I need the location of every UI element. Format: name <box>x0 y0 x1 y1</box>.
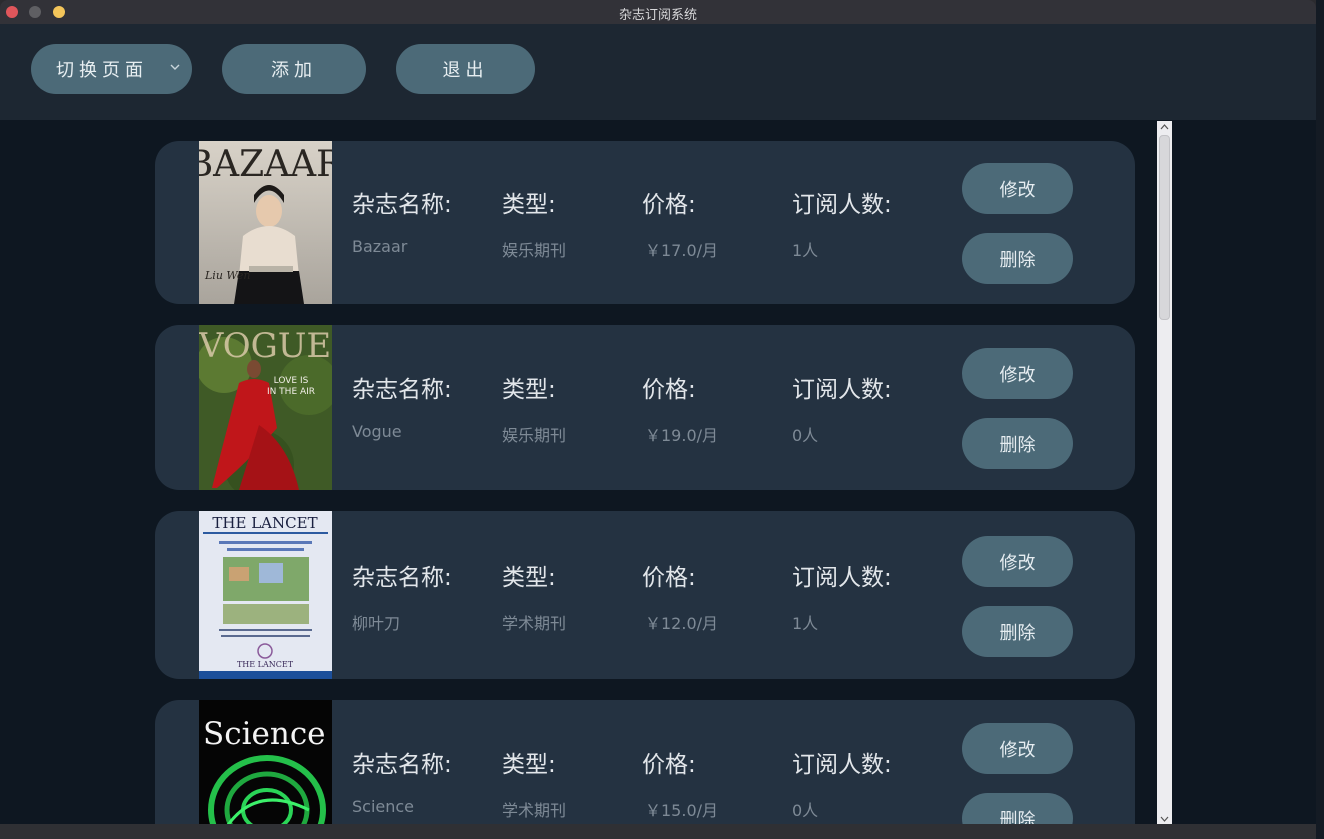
svg-text:VOGUE: VOGUE <box>199 326 331 366</box>
svg-text:THE LANCET: THE LANCET <box>212 514 317 532</box>
price-value: ￥15.0/月 <box>645 801 719 820</box>
vertical-scrollbar[interactable] <box>1157 121 1172 824</box>
edit-button[interactable]: 修改 <box>962 536 1073 587</box>
name-value: Vogue <box>352 422 402 441</box>
type-label: 类型: <box>502 377 556 403</box>
name-value: 柳叶刀 <box>352 614 401 633</box>
name-label: 杂志名称: <box>352 377 452 403</box>
subscribers-value: 0人 <box>792 801 819 820</box>
svg-text:IN THE AIR: IN THE AIR <box>267 387 315 397</box>
type-value: 娱乐期刊 <box>502 426 567 445</box>
delete-button[interactable]: 删除 <box>962 606 1073 657</box>
title-bar: 杂志订阅系统 <box>0 0 1316 24</box>
edit-button[interactable]: 修改 <box>962 723 1073 774</box>
svg-text:BAZAAR: BAZAAR <box>199 144 332 185</box>
svg-text:THE LANCET: THE LANCET <box>237 660 294 669</box>
magazine-cover-image: Science <box>199 700 332 824</box>
subscribers-label: 订阅人数: <box>792 192 892 218</box>
price-label: 价格: <box>642 377 696 403</box>
subscribers-value: 1人 <box>792 614 819 633</box>
svg-text:Liu Wen: Liu Wen <box>204 269 250 282</box>
price-value: ￥19.0/月 <box>645 426 719 445</box>
switch-page-label: 切换页面 <box>56 60 148 81</box>
name-value: Science <box>352 797 415 816</box>
price-label: 价格: <box>642 192 696 218</box>
subscribers-value: 1人 <box>792 241 819 260</box>
edit-button[interactable]: 修改 <box>962 163 1073 214</box>
exit-button[interactable]: 退出 <box>396 44 535 94</box>
type-value: 学术期刊 <box>502 614 567 633</box>
type-label: 类型: <box>502 192 556 218</box>
window-title: 杂志订阅系统 <box>618 8 697 23</box>
chevron-down-icon <box>170 64 180 70</box>
scroll-down-icon[interactable] <box>1157 813 1172 824</box>
type-label: 类型: <box>502 752 556 778</box>
delete-button[interactable]: 删除 <box>962 233 1073 284</box>
price-value: ￥17.0/月 <box>645 241 719 260</box>
magazine-card: BAZAAR Liu Wen 杂志名称: 类型: 价格: 订阅人数: Bazaa… <box>155 141 1135 304</box>
magazine-cover-image: VOGUE LOVE IS IN THE AIR <box>199 325 332 490</box>
edit-button[interactable]: 修改 <box>962 348 1073 399</box>
subscribers-value: 0人 <box>792 426 819 445</box>
svg-text:LOVE IS: LOVE IS <box>274 376 309 386</box>
type-label: 类型: <box>502 565 556 591</box>
subscribers-label: 订阅人数: <box>792 752 892 778</box>
scroll-up-icon[interactable] <box>1157 121 1172 133</box>
delete-button[interactable]: 删除 <box>962 793 1073 824</box>
name-label: 杂志名称: <box>352 565 452 591</box>
switch-page-dropdown[interactable]: 切换页面 <box>31 44 192 94</box>
name-label: 杂志名称: <box>352 192 452 218</box>
price-value: ￥12.0/月 <box>645 614 719 633</box>
subscribers-label: 订阅人数: <box>792 377 892 403</box>
toolbar: 切换页面 添加 退出 <box>0 24 1316 120</box>
magazine-list: BAZAAR Liu Wen 杂志名称: 类型: 价格: 订阅人数: Bazaa… <box>0 120 1316 824</box>
name-label: 杂志名称: <box>352 752 452 778</box>
type-value: 学术期刊 <box>502 801 567 820</box>
price-label: 价格: <box>642 752 696 778</box>
svg-text:Science: Science <box>203 716 326 752</box>
name-value: Bazaar <box>352 237 408 256</box>
delete-button[interactable]: 删除 <box>962 418 1073 469</box>
magazine-cover-image: BAZAAR Liu Wen <box>199 141 332 304</box>
desktop-edge <box>1316 0 1324 839</box>
subscribers-label: 订阅人数: <box>792 565 892 591</box>
app-window: 切换页面 添加 退出 BAZAAR Liu Wen 杂志名称: 类型: 价格: … <box>0 24 1316 824</box>
magazine-card: Science 杂志名称: 类型: 价格: 订阅人数: Science 学术期刊… <box>155 700 1135 824</box>
type-value: 娱乐期刊 <box>502 241 567 260</box>
magazine-card: THE LANCET THE LANCET 杂志名称: 类型: 价格: 订阅人数… <box>155 511 1135 679</box>
window-bottom-edge <box>0 824 1316 839</box>
magazine-cover-image: THE LANCET THE LANCET <box>199 511 332 679</box>
add-button[interactable]: 添加 <box>222 44 366 94</box>
magazine-card: VOGUE LOVE IS IN THE AIR 杂志名称: 类型: 价格: 订… <box>155 325 1135 490</box>
price-label: 价格: <box>642 565 696 591</box>
scrollbar-thumb[interactable] <box>1159 135 1170 320</box>
